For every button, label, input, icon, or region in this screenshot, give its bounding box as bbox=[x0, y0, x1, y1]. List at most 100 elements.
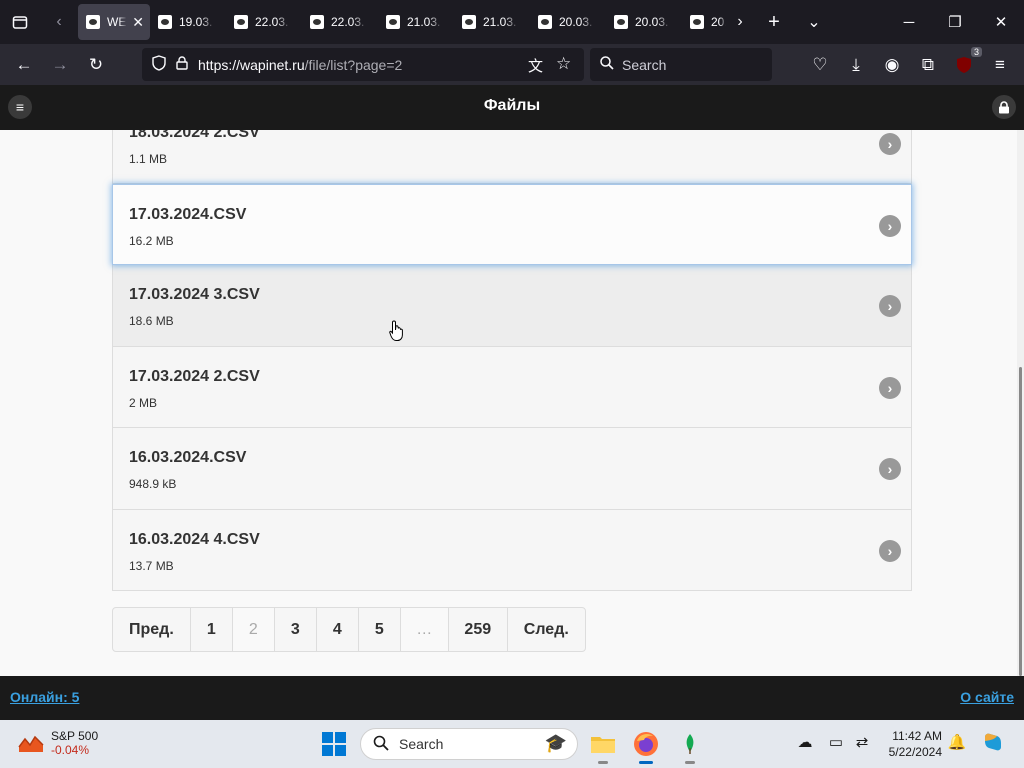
chevron-right-icon: › bbox=[879, 539, 901, 562]
file-name: 16.03.2024.CSV bbox=[129, 449, 247, 466]
browser-tab[interactable]: 20.03. bbox=[530, 4, 606, 40]
tracking-protection-shield-icon[interactable] bbox=[152, 55, 166, 74]
page-link[interactable]: 4 bbox=[317, 608, 359, 651]
account-icon[interactable]: ◉ bbox=[874, 49, 910, 81]
mongodb-compass-icon[interactable] bbox=[676, 730, 704, 764]
tab-scroll-left-icon[interactable]: ‹ bbox=[40, 0, 78, 44]
ublock-icon[interactable]: 3 bbox=[946, 46, 982, 81]
next-page-button[interactable]: След. bbox=[508, 608, 585, 651]
tab-label: 19.03. bbox=[179, 15, 213, 29]
prev-page-button[interactable]: Пред. bbox=[113, 608, 191, 651]
clock-date: 5/22/2024 bbox=[888, 745, 942, 759]
window-controls: ─ ❐ ✕ bbox=[886, 0, 1024, 44]
page-link[interactable]: 1 bbox=[191, 608, 233, 651]
chevron-right-icon: › bbox=[879, 295, 901, 317]
windows-start-icon[interactable] bbox=[322, 732, 346, 756]
network-icon[interactable]: ⇄ bbox=[852, 732, 872, 752]
search-input[interactable]: Search bbox=[590, 48, 772, 81]
file-list-item[interactable]: 17.03.2024.CSV 16.2 MB › bbox=[112, 183, 912, 265]
file-list-item[interactable]: 16.03.2024.CSV 948.9 kB › bbox=[112, 428, 912, 510]
onedrive-icon[interactable]: ☁ bbox=[795, 732, 815, 752]
file-size: 2 MB bbox=[129, 395, 158, 410]
site-favicon-icon bbox=[234, 15, 248, 29]
browser-tab[interactable]: 20.0 bbox=[682, 4, 726, 40]
pocket-icon[interactable]: ♡ bbox=[802, 49, 838, 81]
extensions-icon[interactable]: ⧉ bbox=[910, 49, 946, 81]
tab-scroll-right-icon[interactable]: › bbox=[726, 0, 754, 44]
restore-icon[interactable]: ❐ bbox=[932, 0, 978, 44]
page-scrollbar[interactable] bbox=[1017, 130, 1024, 676]
url-path: /file/list?page=2 bbox=[304, 56, 403, 73]
file-name: 16.03.2024 4.CSV bbox=[129, 530, 260, 548]
taskbar-search-input[interactable]: Search 🎓 bbox=[360, 728, 578, 760]
firefox-view-icon[interactable] bbox=[0, 0, 40, 44]
file-size: 13.7 MB bbox=[129, 558, 174, 573]
forward-icon[interactable]: → bbox=[42, 49, 78, 81]
chevron-right-icon: › bbox=[879, 133, 901, 155]
online-users-link[interactable]: Онлайн: 5 bbox=[10, 689, 79, 705]
file-name: 18.03.2024 2.CSV bbox=[129, 130, 260, 141]
browser-tab[interactable]: 22.03. bbox=[302, 4, 378, 40]
site-favicon-icon bbox=[462, 15, 476, 29]
back-icon[interactable]: ← bbox=[6, 49, 42, 81]
page-content: 18.03.2024 2.CSV 1.1 MB › 17.03.2024.CSV… bbox=[0, 130, 1017, 676]
clock-time: 11:42 AM bbox=[892, 729, 942, 743]
file-name: 17.03.2024.CSV bbox=[129, 205, 247, 223]
file-size: 948.9 kB bbox=[129, 477, 177, 491]
browser-tab-strip: ‹ WE ✕ 19.03. 22.03. 22.03. 21.03. 21.03… bbox=[0, 0, 1024, 44]
browser-tab[interactable]: 20.03. bbox=[606, 4, 682, 40]
file-name: 17.03.2024 3.CSV bbox=[129, 286, 260, 303]
file-list-item[interactable]: 17.03.2024 2.CSV 2 MB › bbox=[112, 346, 912, 428]
pagination: Пред. 1 2 3 4 5 … 259 След. bbox=[112, 607, 586, 652]
graduation-cap-icon: 🎓 bbox=[544, 733, 567, 753]
file-list-item[interactable]: 18.03.2024 2.CSV 1.1 MB › bbox=[112, 130, 912, 184]
last-page-link[interactable]: 259 bbox=[449, 608, 508, 651]
file-list-item[interactable]: 16.03.2024 4.CSV 13.7 MB › bbox=[112, 509, 912, 591]
lock-icon[interactable] bbox=[176, 56, 188, 73]
copilot-icon[interactable] bbox=[982, 731, 1004, 753]
minimize-icon[interactable]: ─ bbox=[886, 0, 932, 44]
address-bar[interactable]: https://wapinet.ru/file/list?page=2 文 ☆ bbox=[142, 48, 584, 81]
reload-icon[interactable]: ↻ bbox=[78, 49, 114, 81]
tab-label: 22.03. bbox=[331, 15, 365, 29]
url-host: https://wapinet.ru bbox=[198, 56, 305, 73]
chevron-right-icon: › bbox=[879, 214, 901, 237]
browser-tab[interactable]: WE ✕ bbox=[78, 4, 150, 40]
file-explorer-icon[interactable] bbox=[589, 730, 617, 764]
downloads-icon[interactable]: ⤓ bbox=[838, 49, 874, 81]
app-active-indicator bbox=[639, 761, 653, 764]
close-window-icon[interactable]: ✕ bbox=[978, 0, 1024, 44]
page-link[interactable]: 5 bbox=[359, 608, 401, 651]
notifications-bell-icon[interactable]: 🔔 bbox=[947, 732, 967, 752]
close-tab-icon[interactable]: ✕ bbox=[132, 14, 144, 31]
list-all-tabs-icon[interactable]: ⌄ bbox=[794, 0, 834, 44]
login-lock-icon[interactable] bbox=[992, 95, 1016, 119]
chevron-right-icon: › bbox=[879, 376, 901, 399]
display-icon[interactable]: ▭ bbox=[826, 732, 846, 752]
search-placeholder: Search bbox=[622, 56, 667, 73]
browser-tab[interactable]: 21.03. bbox=[378, 4, 454, 40]
file-list-item[interactable]: 17.03.2024 3.CSV 18.6 MB › bbox=[112, 265, 912, 347]
browser-nav-bar: ← → ↻ https://wapinet.ru/file/list?page=… bbox=[0, 44, 1024, 85]
browser-tab[interactable]: 21.03. bbox=[454, 4, 530, 40]
taskbar-clock[interactable]: 11:42 AM 5/22/2024 bbox=[886, 728, 942, 760]
stock-widget[interactable]: S&P 500 -0.04% bbox=[18, 729, 98, 757]
bookmark-star-icon[interactable]: ☆ bbox=[556, 54, 571, 74]
tab-label: 22.03. bbox=[255, 15, 289, 29]
stock-name: S&P 500 bbox=[51, 729, 99, 743]
site-favicon-icon bbox=[158, 15, 172, 29]
file-size: 16.2 MB bbox=[129, 233, 174, 248]
about-site-link[interactable]: О сайте bbox=[960, 689, 1014, 705]
page-link[interactable]: 3 bbox=[275, 608, 317, 651]
site-favicon-icon bbox=[614, 15, 628, 29]
translate-icon[interactable]: 文 bbox=[528, 55, 543, 76]
pagination-ellipsis: … bbox=[400, 608, 449, 651]
app-running-indicator bbox=[685, 761, 695, 764]
app-menu-icon[interactable]: ≡ bbox=[982, 49, 1018, 81]
new-tab-icon[interactable]: + bbox=[754, 0, 794, 44]
browser-tab[interactable]: 19.03. bbox=[150, 4, 226, 40]
browser-tab[interactable]: 22.03. bbox=[226, 4, 302, 40]
mouse-pointer-hand-icon bbox=[389, 320, 403, 341]
firefox-icon[interactable] bbox=[632, 730, 660, 764]
scrollbar-thumb[interactable] bbox=[1019, 367, 1022, 676]
